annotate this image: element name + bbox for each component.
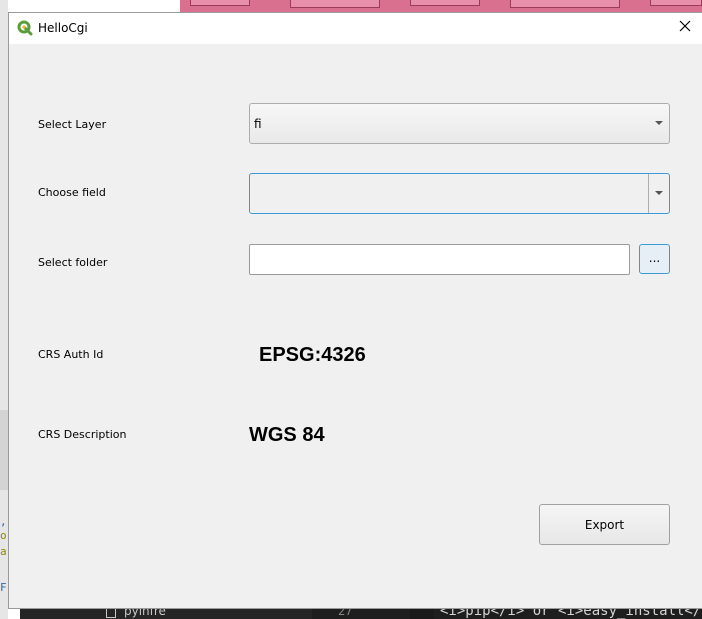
select-folder-input[interactable] [249,244,630,275]
crs-description-label: CRS Description [38,428,127,441]
editor-tree-item: pyinfre [124,608,166,618]
select-layer-value: fi [254,117,262,131]
crs-auth-id-value: EPSG:4326 [259,344,366,366]
window-title: HelloCgi [38,21,88,35]
background-glyph: o [0,529,7,542]
editor-gutter [410,608,434,619]
select-folder-label: Select folder [38,256,108,269]
editor-line-number: 27 [338,608,353,618]
select-layer-label: Select Layer [38,118,107,131]
background-glyph: a [0,545,7,558]
hellocgi-dialog: HelloCgi Select Layer fi Choose field Se… [8,12,702,609]
chevron-down-icon [655,121,663,125]
background-glyph: , [0,515,7,528]
close-icon [679,19,691,37]
export-button[interactable]: Export [539,504,670,545]
choose-field-combobox[interactable] [249,173,670,214]
file-icon [106,608,116,618]
combobox-separator [648,174,649,213]
editor-sidebar [20,608,312,619]
background-glyph: F [0,581,7,594]
background-code-editor: pyinfre 27 <i>pip</i> or <i>easy_install… [20,608,702,619]
title-bar: HelloCgi [9,13,702,44]
crs-description-value: WGS 84 [249,424,325,446]
close-button[interactable] [672,16,698,40]
crs-auth-id-label: CRS Auth Id [38,348,104,361]
chevron-down-icon [655,191,663,195]
background-left-panel [0,410,8,490]
qgis-logo-icon [17,20,33,36]
select-layer-combobox[interactable]: fi [249,103,670,144]
browse-folder-button[interactable]: ... [639,244,670,274]
editor-code-line: <i>pip</i> or <i>easy_install</i>. [440,608,702,619]
choose-field-label: Choose field [38,186,106,199]
